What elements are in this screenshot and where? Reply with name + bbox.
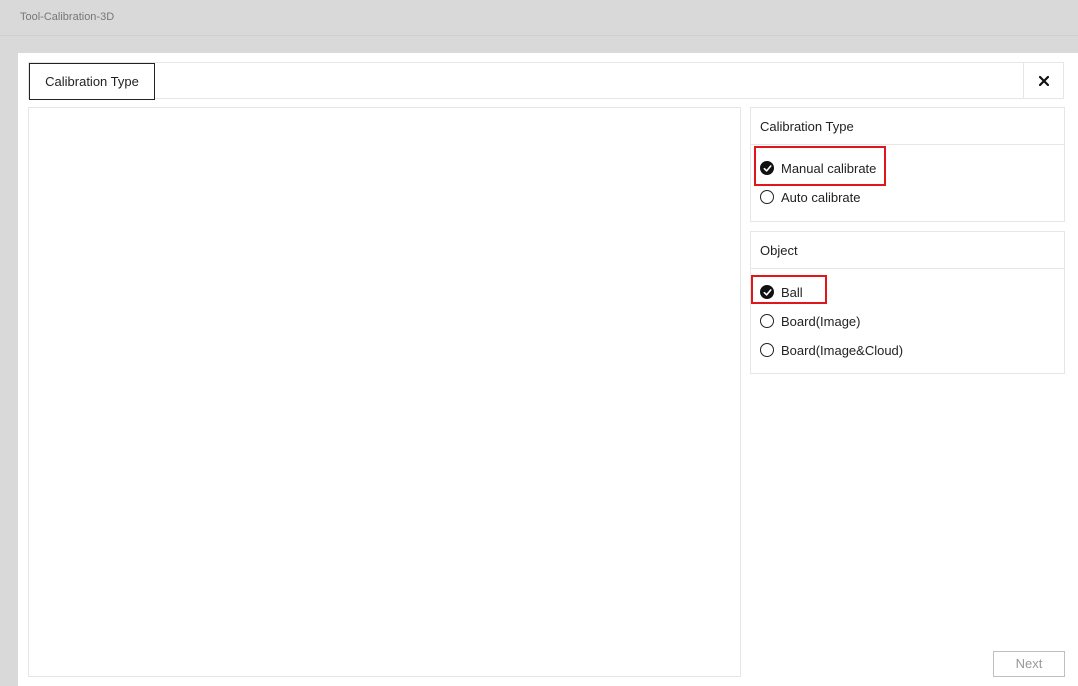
window-title: Tool-Calibration-3D (20, 11, 115, 23)
radio-unchecked-icon (760, 190, 774, 204)
radio-board-image[interactable]: Board(Image) (760, 311, 860, 331)
dialog-tabbar: Calibration Type (28, 62, 1064, 100)
tab-calibration-type[interactable]: Calibration Type (29, 63, 155, 100)
radio-label: Ball (781, 284, 803, 300)
radio-manual-calibrate[interactable]: Manual calibrate (760, 158, 876, 178)
radio-checked-icon (760, 161, 774, 175)
next-button[interactable]: Next (993, 651, 1065, 677)
radio-label: Board(Image&Cloud) (781, 342, 904, 358)
radio-label: Manual calibrate (781, 160, 877, 176)
object-panel: Object Ball Board(Image) Board(Image&Clo… (750, 231, 1065, 374)
calibration-type-header: Calibration Type (751, 108, 1064, 145)
calibration-type-panel: Calibration Type Manual calibrate Auto c… (750, 107, 1065, 222)
close-icon (1038, 75, 1049, 86)
radio-auto-calibrate[interactable]: Auto calibrate (760, 187, 861, 207)
object-header: Object (751, 232, 1064, 269)
radio-checked-icon (760, 285, 774, 299)
radio-label: Board(Image) (781, 313, 861, 329)
radio-board-image-cloud[interactable]: Board(Image&Cloud) (760, 340, 903, 360)
preview-canvas (28, 107, 741, 677)
close-button[interactable] (1023, 63, 1063, 98)
radio-unchecked-icon (760, 314, 774, 328)
calibration-dialog: Calibration Type Calibration Type Manual… (18, 53, 1078, 686)
radio-unchecked-icon (760, 343, 774, 357)
radio-label: Auto calibrate (781, 189, 861, 205)
radio-ball[interactable]: Ball (760, 282, 803, 302)
title-divider (0, 35, 1078, 36)
